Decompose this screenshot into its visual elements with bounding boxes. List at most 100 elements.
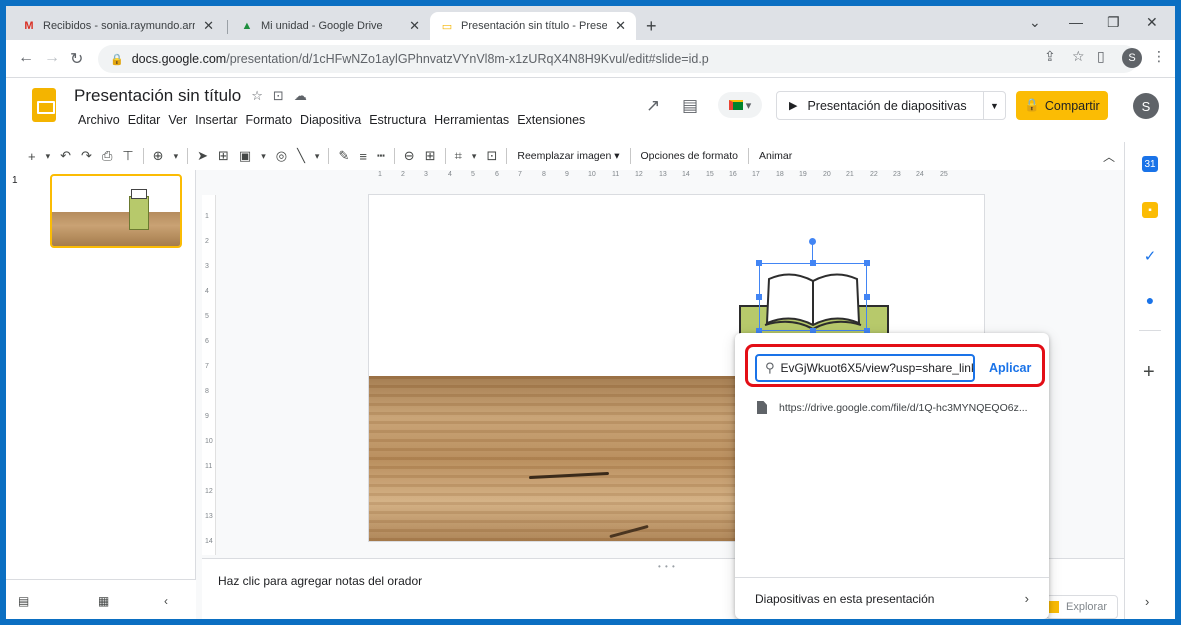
resize-handle[interactable] xyxy=(756,260,762,266)
menu-item-formato[interactable]: Formato xyxy=(242,113,297,127)
reset-image-icon[interactable]: ⊡ xyxy=(486,148,497,164)
ruler-tick: 8 xyxy=(542,171,546,178)
window-close-icon[interactable]: ✕ xyxy=(1146,14,1158,31)
tab-label: Mi unidad - Google Drive xyxy=(261,20,383,32)
ruler-tick: 5 xyxy=(471,171,475,178)
close-icon[interactable]: ✕ xyxy=(409,18,420,34)
border-color-icon[interactable]: ✎ xyxy=(338,148,349,164)
link-url-value[interactable]: EvGjWkuot6X5/view?usp=share_link xyxy=(781,361,973,375)
replace-image-button[interactable]: Reemplazar imagen ▾ xyxy=(517,150,619,162)
back-icon[interactable]: ← xyxy=(18,49,34,67)
menu-item-insertar[interactable]: Insertar xyxy=(191,113,241,127)
menu-item-diapositiva[interactable]: Diapositiva xyxy=(296,113,365,127)
resize-handle[interactable] xyxy=(810,260,816,266)
collapse-toolbar-icon[interactable]: ︿ xyxy=(1103,148,1115,165)
ruler-tick: 2 xyxy=(401,171,405,178)
reload-icon[interactable]: ↻ xyxy=(70,49,83,69)
close-icon[interactable]: ✕ xyxy=(615,18,626,34)
tab-search-icon[interactable]: ⌄ xyxy=(1029,14,1041,31)
meet-button[interactable]: ▾ xyxy=(718,92,762,118)
resize-grip-icon[interactable]: • • • xyxy=(658,562,676,571)
share-page-icon[interactable]: ⇪ xyxy=(1044,48,1056,65)
account-avatar[interactable]: S xyxy=(1133,93,1159,119)
tab-drive[interactable]: ▲ Mi unidad - Google Drive ✕ xyxy=(230,12,430,40)
tab-gmail[interactable]: M Recibidos - sonia.raymundo.arr@ ✕ xyxy=(12,12,224,40)
tasks-icon[interactable]: ✓ xyxy=(1142,248,1158,265)
grid-view-icon[interactable]: ▦ xyxy=(98,594,109,608)
select-cursor-icon[interactable]: ➤ xyxy=(197,148,208,164)
calendar-icon[interactable]: 31 xyxy=(1142,156,1158,172)
redo-icon[interactable]: ↷ xyxy=(81,148,92,164)
share-button[interactable]: 🔒 Compartir xyxy=(1016,91,1108,120)
keep-icon[interactable]: ▪ xyxy=(1142,202,1158,218)
paint-format-icon[interactable]: ⊤ xyxy=(122,148,133,164)
animate-button[interactable]: Animar xyxy=(759,150,792,162)
menu-item-herramientas[interactable]: Herramientas xyxy=(430,113,513,127)
restore-icon[interactable]: ❐ xyxy=(1107,14,1120,31)
insert-link-icon[interactable]: ⊖ xyxy=(404,148,415,164)
document-title[interactable]: Presentación sin título ☆ ⊡ ☁ xyxy=(74,86,307,106)
border-weight-icon[interactable]: ≡ xyxy=(359,149,367,164)
line-icon[interactable]: ╲ xyxy=(297,148,305,164)
search-icon: ⚲ xyxy=(765,360,775,375)
speaker-notes-placeholder[interactable]: Haz clic para agregar notas del orador xyxy=(218,574,422,588)
browser-profile-avatar[interactable]: S xyxy=(1122,48,1142,68)
slides-logo-icon[interactable] xyxy=(32,88,56,122)
image-icon[interactable]: ▣ xyxy=(239,148,251,164)
comments-icon[interactable]: ▤ xyxy=(682,96,698,116)
app-header: Presentación sin título ☆ ⊡ ☁ Archivo Ed… xyxy=(6,78,1175,142)
rotate-handle[interactable] xyxy=(809,238,816,245)
chevron-left-icon[interactable]: ‹ xyxy=(164,594,168,608)
resize-handle[interactable] xyxy=(864,294,870,300)
address-input[interactable]: 🔒 docs.google.com /presentation/d/1cHFwN… xyxy=(98,45,1138,73)
chevron-down-icon[interactable]: ▾ xyxy=(174,151,179,162)
close-icon[interactable]: ✕ xyxy=(203,18,214,34)
print-icon[interactable]: ⎙ xyxy=(102,148,112,164)
new-slide-icon[interactable]: + xyxy=(28,149,36,164)
resize-handle[interactable] xyxy=(756,294,762,300)
activity-trend-icon[interactable]: ↗ xyxy=(646,96,660,116)
slides-in-presentation-item[interactable]: Diapositivas en esta presentación › xyxy=(735,577,1049,619)
zoom-icon[interactable]: ⊕ xyxy=(153,148,164,164)
menu-item-ver[interactable]: Ver xyxy=(164,113,191,127)
crop-icon[interactable]: ⌗ xyxy=(455,148,462,164)
side-panel-icon[interactable]: ▯ xyxy=(1097,48,1105,65)
menu-item-editar[interactable]: Editar xyxy=(124,113,165,127)
chevron-down-icon[interactable]: ▾ xyxy=(472,151,477,162)
border-dash-icon[interactable]: ┅ xyxy=(377,148,385,164)
get-addons-icon[interactable]: + xyxy=(1143,361,1155,384)
browser-menu-icon[interactable]: ⋮ xyxy=(1152,48,1166,65)
forward-icon[interactable]: → xyxy=(44,49,60,67)
address-bar-row: ← → ↻ 🔒 docs.google.com /presentation/d/… xyxy=(6,40,1175,78)
chevron-right-icon[interactable]: › xyxy=(1145,594,1149,609)
slide-thumbnail[interactable] xyxy=(50,174,182,248)
link-suggestion-item[interactable]: https://drive.google.com/file/d/1Q-hc3MY… xyxy=(757,401,1042,414)
chevron-down-icon[interactable]: ▾ xyxy=(315,151,320,162)
move-folder-icon[interactable]: ⊡ xyxy=(273,88,284,104)
new-tab-icon[interactable]: + xyxy=(646,16,657,37)
add-comment-icon[interactable]: ⊞ xyxy=(425,148,436,164)
filmstrip-view-icon[interactable]: ▤ xyxy=(18,594,29,608)
format-options-button[interactable]: Opciones de formato xyxy=(641,150,738,162)
present-button[interactable]: ▶ Presentación de diapositivas ▼ xyxy=(776,91,1006,120)
toolbar-separator xyxy=(444,148,446,164)
tab-slides[interactable]: ▭ Presentación sin título - Presenta ✕ xyxy=(430,12,636,40)
bookmark-star-icon[interactable]: ☆ xyxy=(1072,48,1085,65)
chevron-down-icon[interactable]: ▾ xyxy=(261,151,266,162)
menu-item-extensiones[interactable]: Extensiones xyxy=(513,113,589,127)
document-title-text[interactable]: Presentación sin título xyxy=(74,86,241,106)
ruler-tick: 5 xyxy=(205,313,209,320)
menu-item-archivo[interactable]: Archivo xyxy=(74,113,124,127)
contacts-icon[interactable]: ● xyxy=(1142,292,1158,308)
chevron-down-icon[interactable]: ▼ xyxy=(983,92,1005,119)
apply-button[interactable]: Aplicar xyxy=(989,361,1031,375)
link-url-input[interactable]: ⚲ EvGjWkuot6X5/view?usp=share_link xyxy=(755,354,975,382)
text-box-icon[interactable]: ⊞ xyxy=(218,148,229,164)
shape-icon[interactable]: ◎ xyxy=(276,148,287,164)
chevron-down-icon[interactable]: ▾ xyxy=(46,151,51,162)
menu-item-estructura[interactable]: Estructura xyxy=(365,113,430,127)
minimize-icon[interactable]: — xyxy=(1069,14,1083,30)
undo-icon[interactable]: ↶ xyxy=(60,148,71,164)
star-icon[interactable]: ☆ xyxy=(251,88,263,104)
resize-handle[interactable] xyxy=(864,260,870,266)
